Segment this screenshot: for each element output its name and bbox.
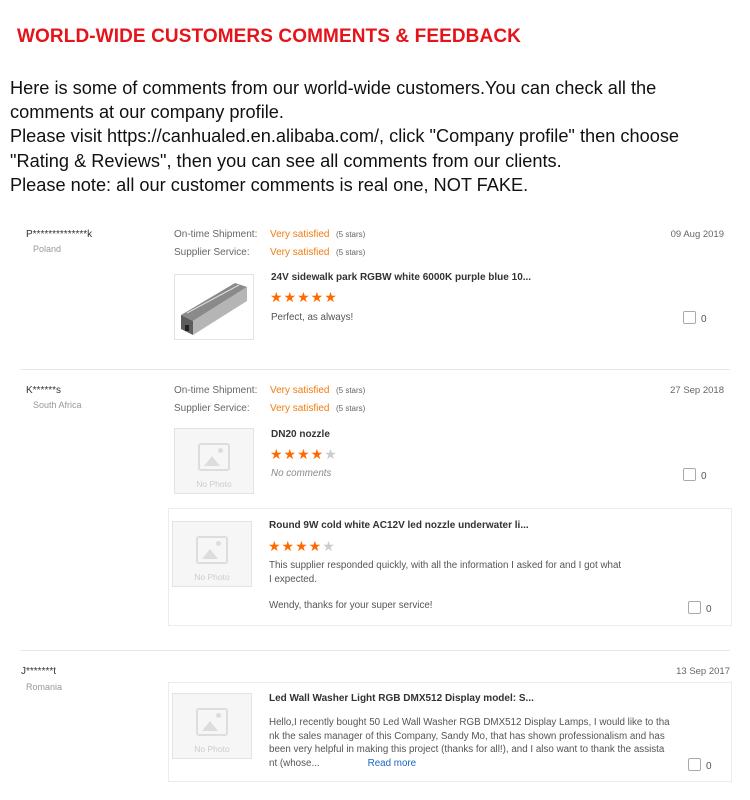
thumbs-up-icon [683, 311, 696, 324]
comment-line: nt (whose... [269, 757, 320, 769]
customer-name: P**************k [26, 229, 93, 240]
like-count: 0 [701, 314, 707, 325]
no-photo-label: No Photo [194, 744, 230, 754]
page-title: WORLD-WIDE CUSTOMERS COMMENTS & FEEDBACK [17, 26, 521, 47]
order-card: No Photo Led Wall Washer Light RGB DMX51… [168, 682, 732, 782]
service-label: Supplier Service: [174, 403, 250, 414]
review-date: 09 Aug 2019 [670, 229, 724, 240]
comment-line: been very helpful in making this project… [269, 744, 665, 755]
product-image-placeholder[interactable]: No Photo [174, 428, 254, 494]
thumbs-up-icon [683, 468, 696, 481]
intro-line: "Rating & Reviews", then you can see all… [10, 150, 562, 171]
customer-country: South Africa [33, 400, 82, 410]
comment-line: nk the sales manager of this Company, Sa… [269, 730, 665, 742]
thumbs-up-icon [688, 758, 701, 771]
shipment-rating: Very satisfied [270, 385, 330, 396]
comment-line: Hello,I recently bought 50 Led Wall Wash… [269, 717, 670, 728]
customer-name: J*******t [21, 666, 57, 677]
intro-line: Please note: all our customer comments i… [10, 174, 529, 195]
like-count: 0 [706, 604, 712, 615]
star-rating: ★★★★★ [270, 289, 338, 305]
divider [20, 369, 730, 370]
service-stars: (5 stars) [336, 404, 366, 413]
like-count: 0 [701, 471, 707, 482]
service-label: Supplier Service: [174, 247, 250, 258]
comment-line: This supplier responded quickly, with al… [269, 560, 622, 571]
image-icon [198, 443, 230, 471]
like-button[interactable]: 0 [683, 468, 707, 482]
intro-line: Here is some of comments from our world-… [10, 78, 657, 98]
customer-country: Poland [33, 244, 62, 254]
no-photo-label: No Photo [194, 572, 230, 582]
customer-name: K******s [26, 385, 62, 396]
like-button[interactable]: 0 [683, 311, 707, 325]
image-icon [196, 708, 228, 736]
star-rating: ★★★★★ [270, 446, 338, 462]
service-stars: (5 stars) [336, 248, 366, 257]
product-name[interactable]: Led Wall Washer Light RGB DMX512 Display… [269, 693, 534, 704]
service-rating: Very satisfied [270, 247, 330, 258]
divider [20, 650, 730, 651]
shipment-rating: Very satisfied [270, 229, 330, 240]
read-more-link[interactable]: Read more [368, 758, 416, 769]
additional-order-card: No Photo Round 9W cold white AC12V led n… [168, 508, 732, 626]
star-rating: ★★★★★ [268, 538, 336, 554]
review-date: 13 Sep 2017 [676, 666, 730, 677]
product-name[interactable]: 24V sidewalk park RGBW white 6000K purpl… [271, 272, 531, 283]
review-reply: Wendy, thanks for your super service! [269, 600, 433, 611]
product-image[interactable] [174, 274, 254, 340]
shipment-label: On-time Shipment: [174, 229, 258, 240]
review-comment: No comments [271, 468, 332, 479]
no-photo-label: No Photo [196, 479, 232, 489]
product-image-placeholder[interactable]: No Photo [172, 693, 252, 759]
product-name[interactable]: DN20 nozzle [271, 429, 330, 440]
like-count: 0 [706, 761, 712, 772]
comment-line: I expected. [269, 573, 317, 585]
intro-line: Please visit https://canhualed.en.alibab… [10, 126, 680, 147]
review-date: 27 Sep 2018 [670, 385, 724, 396]
review-comment: Perfect, as always! [271, 312, 354, 323]
review-comment: This supplier responded quickly, with al… [269, 559, 669, 586]
product-image-placeholder[interactable]: No Photo [172, 521, 252, 587]
shipment-stars: (5 stars) [336, 230, 366, 239]
intro-line: comments at our company profile. [10, 102, 284, 123]
like-button[interactable]: 0 [688, 601, 712, 615]
product-name[interactable]: Round 9W cold white AC12V led nozzle und… [269, 520, 529, 531]
shipment-stars: (5 stars) [336, 386, 366, 395]
like-button[interactable]: 0 [688, 758, 712, 772]
intro-text: Here is some of comments from our world-… [10, 76, 750, 197]
shipment-label: On-time Shipment: [174, 385, 258, 396]
review-comment: Hello,I recently bought 50 Led Wall Wash… [269, 716, 699, 770]
service-rating: Very satisfied [270, 403, 330, 414]
image-icon [196, 536, 228, 564]
customer-country: Romania [26, 682, 63, 692]
thumbs-up-icon [688, 601, 701, 614]
